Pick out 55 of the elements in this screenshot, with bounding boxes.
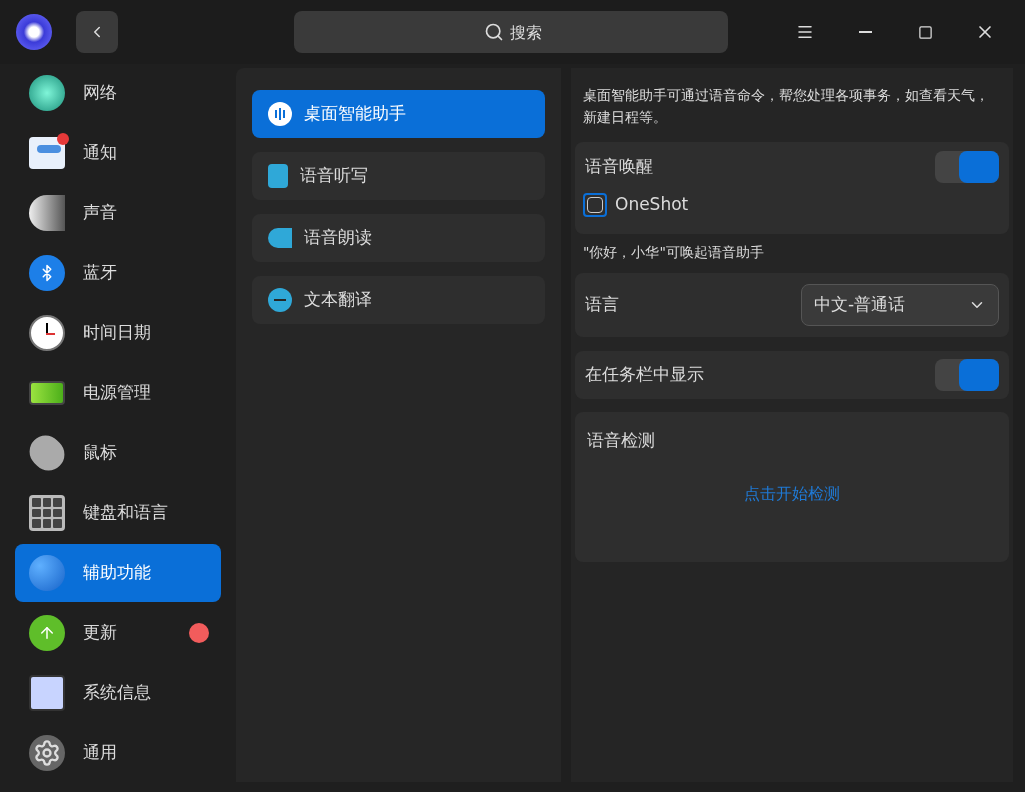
keyboard-icon [29,495,65,531]
search-icon [484,22,504,42]
sidebar-label: 蓝牙 [83,261,117,285]
sidebar-label: 通知 [83,141,117,165]
search-field[interactable]: 搜索 [294,11,728,53]
sidebar-label: 时间日期 [83,321,151,345]
sidebar-item[interactable]: 电源管理 [15,364,221,422]
hint-text: "你好，小华"可唤起语音助手 [582,243,765,262]
language-dropdown[interactable]: 中文-普通话 [801,284,999,326]
sidebar-label: 系统信息 [83,681,151,705]
minimize-icon [858,31,872,33]
section-title: 语音检测 [587,429,656,452]
sidebar-label: 更新 [83,621,117,645]
sidebar-item[interactable]: 键盘和语言 [15,484,221,542]
battery-icon [29,381,65,405]
setting-label: 语言 [585,293,619,317]
setting-label: 语音唤醒 [585,155,653,179]
system-info-icon [29,675,65,711]
checkbox[interactable] [583,193,607,217]
sidebar-label: 键盘和语言 [83,501,168,525]
sidebar-item[interactable]: 系统信息 [15,664,221,722]
subnav-item[interactable]: 文本翻译 [252,276,545,324]
globe-icon [29,75,65,111]
sidebar-label: 网络 [83,81,117,105]
clock-icon [29,315,65,351]
arrow-up-icon [29,615,65,651]
sidebar-item[interactable]: 辅助功能 [15,544,221,602]
sidebar-label: 通用 [83,741,117,765]
sidebar-label: 辅助功能 [83,561,151,585]
sidebar-item[interactable]: 通用 [15,724,221,782]
sidebar-item[interactable]: 蓝牙 [15,244,221,302]
setting-label: 在任务栏中显示 [585,363,704,387]
translate-icon [268,288,292,312]
subnav-item[interactable]: 语音听写 [252,152,545,200]
menu-icon [796,23,814,41]
sidebar-label: 电源管理 [83,381,151,405]
gear-icon [29,735,65,771]
sidebar-item[interactable]: 时间日期 [15,304,221,362]
toggle-switch[interactable] [935,359,999,391]
sidebar-item[interactable]: 更新 [15,604,221,662]
sidebar-item[interactable]: 声音 [15,184,221,242]
sidebar-item[interactable]: 通知 [15,124,221,182]
description-text: 桌面智能助手可通过语音命令，帮您处理各项事务，如查看天气，新建日程等。 [582,86,990,127]
bluetooth-icon [29,255,65,291]
toggle-switch[interactable] [935,151,999,183]
subnav-item[interactable]: 语音朗读 [252,214,545,262]
sidebar-item[interactable]: 鼠标 [15,424,221,482]
sound-wave-icon [268,102,292,126]
sidebar-item[interactable]: 网络 [15,64,221,122]
subnav-item[interactable]: 桌面智能助手 [252,90,545,138]
sidebar-label: 声音 [83,201,117,225]
checkbox-label: OneShot [615,193,689,217]
maximize-icon [917,24,933,40]
app-logo-icon [16,14,52,50]
sidebar-label: 鼠标 [83,441,117,465]
